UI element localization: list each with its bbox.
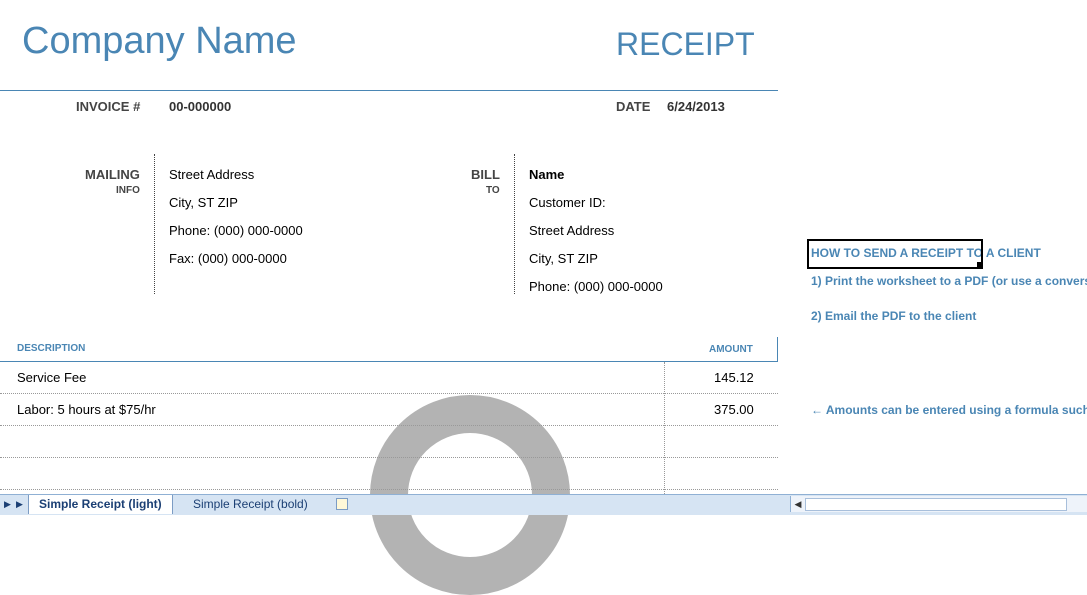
send-step-2[interactable]: 2) Email the PDF to the client [811,309,976,323]
tab-scroll-right-icon[interactable]: ▶ [16,498,24,510]
scroll-left-icon[interactable]: ◀ [791,496,805,512]
tab-simple-receipt-light[interactable]: Simple Receipt (light) [28,495,173,514]
mailing-street[interactable]: Street Address [169,167,254,182]
mailing-fax[interactable]: Fax: (000) 000-0000 [169,251,287,266]
selected-cell-border [807,239,983,269]
bill-phone[interactable]: Phone: (000) 000-0000 [529,279,663,294]
table-row-description[interactable]: Labor: 5 hours at $75/hr [17,402,156,417]
bill-name[interactable]: Name [529,167,564,182]
send-step-1[interactable]: 1) Print the worksheet to a PDF (or use … [811,274,1087,288]
mailing-label: MAILING [85,167,140,182]
scroll-thumb[interactable] [805,498,1067,511]
amount-column-edge [777,337,778,361]
tab-simple-receipt-bold[interactable]: Simple Receipt (bold) [183,495,318,514]
table-row-amount[interactable]: 145.12 [714,370,754,385]
document-title: RECEIPT [616,26,755,62]
amount-column-divider [664,362,665,494]
bill-street[interactable]: Street Address [529,223,614,238]
tab-scroll-left-icon[interactable]: ▶ [4,498,12,510]
table-header-divider [0,361,778,362]
table-row-divider [0,393,778,394]
mailing-city[interactable]: City, ST ZIP [169,195,238,210]
invoice-label: INVOICE # [76,99,141,114]
formula-note[interactable]: ← Amounts can be entered using a formula… [811,403,1087,417]
bill-city[interactable]: City, ST ZIP [529,251,598,266]
invoice-number[interactable]: 00-000000 [169,99,231,114]
bill-customer-id[interactable]: Customer ID: [529,195,606,210]
table-row-divider [0,457,778,458]
bill-sublabel: TO [486,185,500,196]
insert-sheet-icon[interactable] [336,498,348,510]
date-value[interactable]: 6/24/2013 [667,99,725,114]
mailing-phone[interactable]: Phone: (000) 000-0000 [169,223,303,238]
table-row-amount[interactable]: 375.00 [714,402,754,417]
column-header-amount: AMOUNT [709,344,753,355]
date-label: DATE [616,99,651,114]
column-header-description: DESCRIPTION [17,343,86,354]
horizontal-scrollbar[interactable]: ◀ [790,496,1087,512]
table-row-divider [0,489,778,490]
table-row-description[interactable]: Service Fee [17,370,86,385]
fill-handle[interactable] [977,262,982,267]
table-row-divider [0,425,778,426]
header-divider [0,90,778,91]
mailing-divider [154,154,155,294]
mailing-sublabel: INFO [116,185,140,196]
bill-divider [514,154,515,294]
bill-label: BILL [471,167,500,182]
company-name: Company Name [22,20,297,62]
